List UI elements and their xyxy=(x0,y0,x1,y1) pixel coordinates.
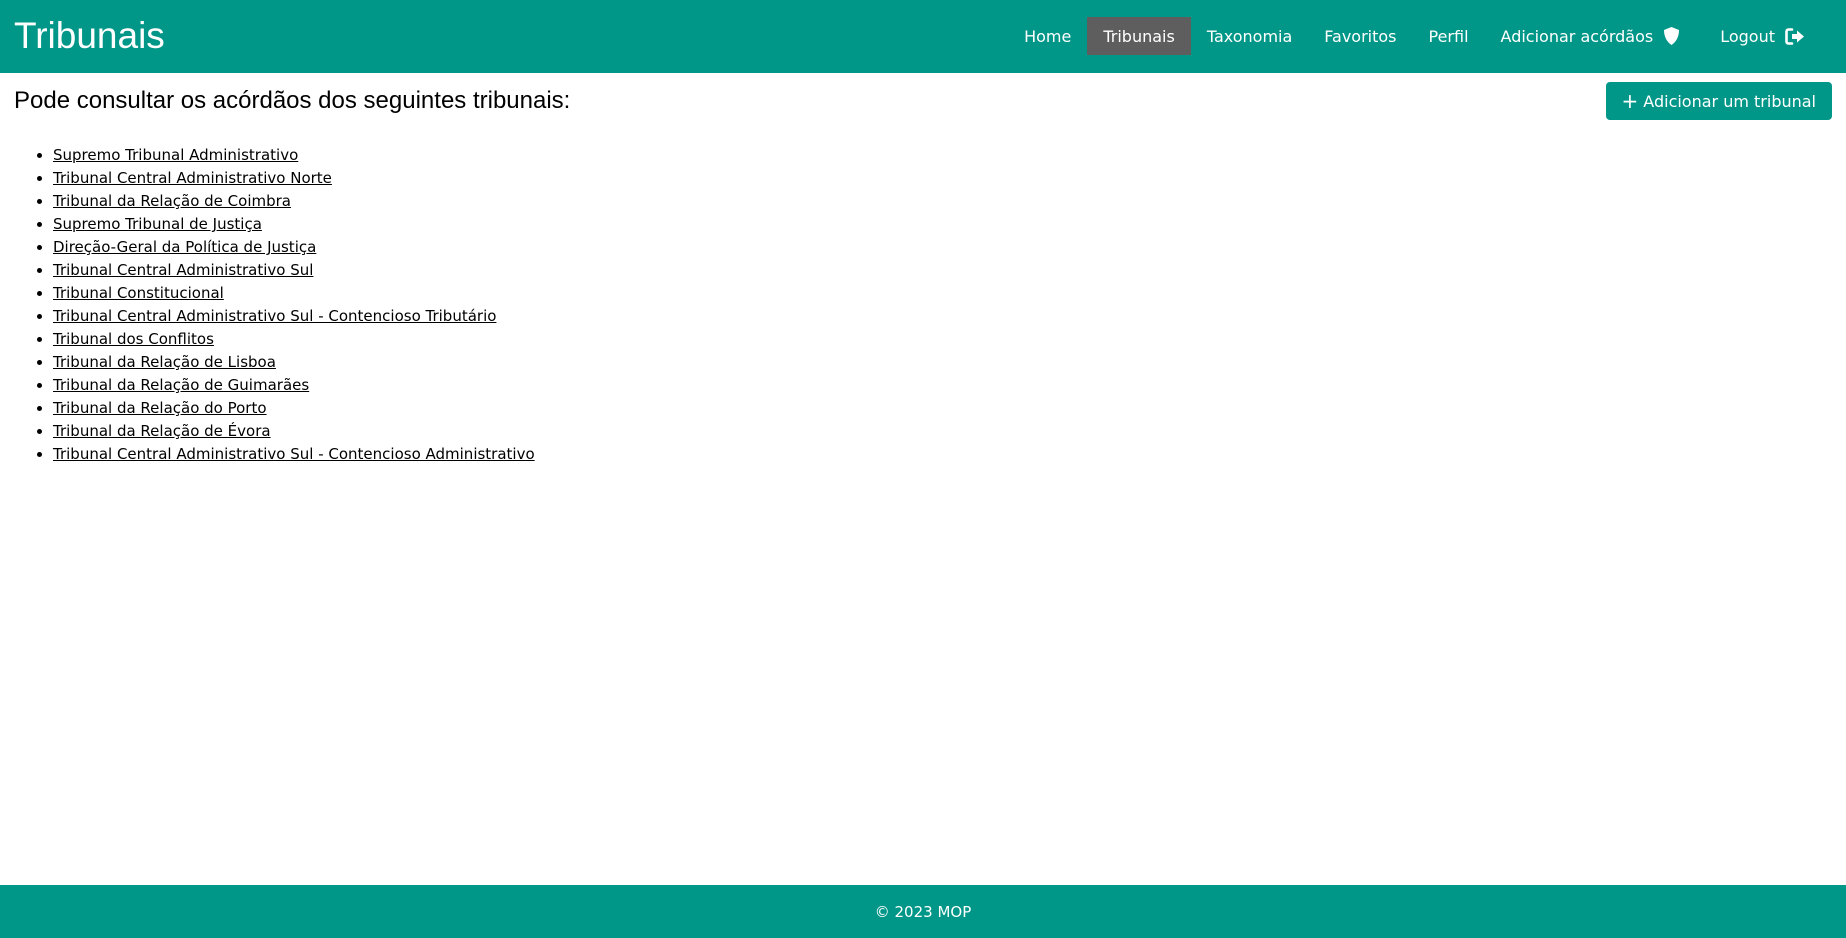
list-item: Supremo Tribunal de Justiça xyxy=(53,213,535,236)
nav-item-label: Taxonomia xyxy=(1206,26,1293,46)
shield-icon xyxy=(1663,27,1680,45)
list-item: Tribunal Central Administrativo Norte xyxy=(53,167,535,190)
add-tribunal-button-label: Adicionar um tribunal xyxy=(1643,91,1816,111)
add-tribunal-button[interactable]: + Adicionar um tribunal xyxy=(1605,82,1832,120)
nav-item-tribunais[interactable]: Tribunais xyxy=(1087,17,1191,55)
tribunal-link[interactable]: Tribunal Central Administrativo Sul - Co… xyxy=(53,445,535,463)
nav-item-favoritos[interactable]: Favoritos xyxy=(1308,17,1412,55)
tribunal-link[interactable]: Supremo Tribunal Administrativo xyxy=(53,146,298,164)
tribunal-link[interactable]: Direção-Geral da Política de Justiça xyxy=(53,238,316,256)
page-header: Pode consultar os acórdãos dos seguintes… xyxy=(14,82,1832,122)
nav-item-label: Adicionar acórdãos xyxy=(1500,26,1654,46)
nav-item-label: Logout xyxy=(1720,26,1775,46)
tribunal-link[interactable]: Supremo Tribunal de Justiça xyxy=(53,215,262,233)
list-item: Tribunal Constitucional xyxy=(53,282,535,305)
nav-item-label: Favoritos xyxy=(1324,26,1397,46)
footer-copyright: © 2023 MOP xyxy=(874,902,972,921)
tribunal-link[interactable]: Tribunal da Relação de Guimarães xyxy=(53,376,309,394)
list-item: Tribunal da Relação do Porto xyxy=(53,397,535,420)
footer: © 2023 MOP xyxy=(0,885,1846,938)
list-item: Tribunal da Relação de Évora xyxy=(53,420,535,443)
page-title: Pode consultar os acórdãos dos seguintes… xyxy=(14,87,571,114)
tribunal-link[interactable]: Tribunal Central Administrativo Norte xyxy=(53,169,332,187)
list-item: Tribunal da Relação de Guimarães xyxy=(53,374,535,397)
list-item: Tribunal dos Conflitos xyxy=(53,328,535,351)
list-item: Tribunal Central Administrativo Sul - Co… xyxy=(53,305,535,328)
nav-item-taxonomia[interactable]: Taxonomia xyxy=(1191,17,1308,55)
plus-icon: + xyxy=(1621,89,1639,113)
tribunal-link[interactable]: Tribunal Central Administrativo Sul - Co… xyxy=(53,307,496,325)
list-item: Tribunal da Relação de Lisboa xyxy=(53,351,535,374)
nav-item-perfil[interactable]: Perfil xyxy=(1413,17,1485,55)
top-navbar: Tribunais Home Tribunais Taxonomia Favor… xyxy=(0,0,1846,73)
brand-title[interactable]: Tribunais xyxy=(14,13,165,59)
tribunal-link[interactable]: Tribunal da Relação de Coimbra xyxy=(53,192,291,210)
sign-out-icon xyxy=(1785,27,1805,45)
tribunal-link[interactable]: Tribunal da Relação do Porto xyxy=(53,399,267,417)
list-item: Tribunal Central Administrativo Sul - Co… xyxy=(53,443,535,466)
nav-item-label: Perfil xyxy=(1428,26,1469,46)
tribunal-link[interactable]: Tribunal Constitucional xyxy=(53,284,224,302)
tribunal-link[interactable]: Tribunal dos Conflitos xyxy=(53,330,214,348)
tribunal-link[interactable]: Tribunal da Relação de Évora xyxy=(53,422,271,440)
nav-item-adicionar-acordaos[interactable]: Adicionar acórdãos xyxy=(1485,17,1697,55)
list-item: Direção-Geral da Política de Justiça xyxy=(53,236,535,259)
nav-item-label: Home xyxy=(1024,26,1072,46)
nav-item-home[interactable]: Home xyxy=(1008,17,1087,55)
list-item: Tribunal Central Administrativo Sul xyxy=(53,259,535,282)
tribunal-link[interactable]: Tribunal da Relação de Lisboa xyxy=(53,353,276,371)
list-item: Tribunal da Relação de Coimbra xyxy=(53,190,535,213)
nav-item-label: Tribunais xyxy=(1103,26,1175,46)
main-nav: Home Tribunais Taxonomia Favoritos Perfi… xyxy=(1008,17,1821,55)
nav-item-logout[interactable]: Logout xyxy=(1704,17,1821,55)
tribunal-link[interactable]: Tribunal Central Administrativo Sul xyxy=(53,261,313,279)
tribunal-list: Supremo Tribunal Administrativo Tribunal… xyxy=(53,144,535,466)
list-item: Supremo Tribunal Administrativo xyxy=(53,144,535,167)
